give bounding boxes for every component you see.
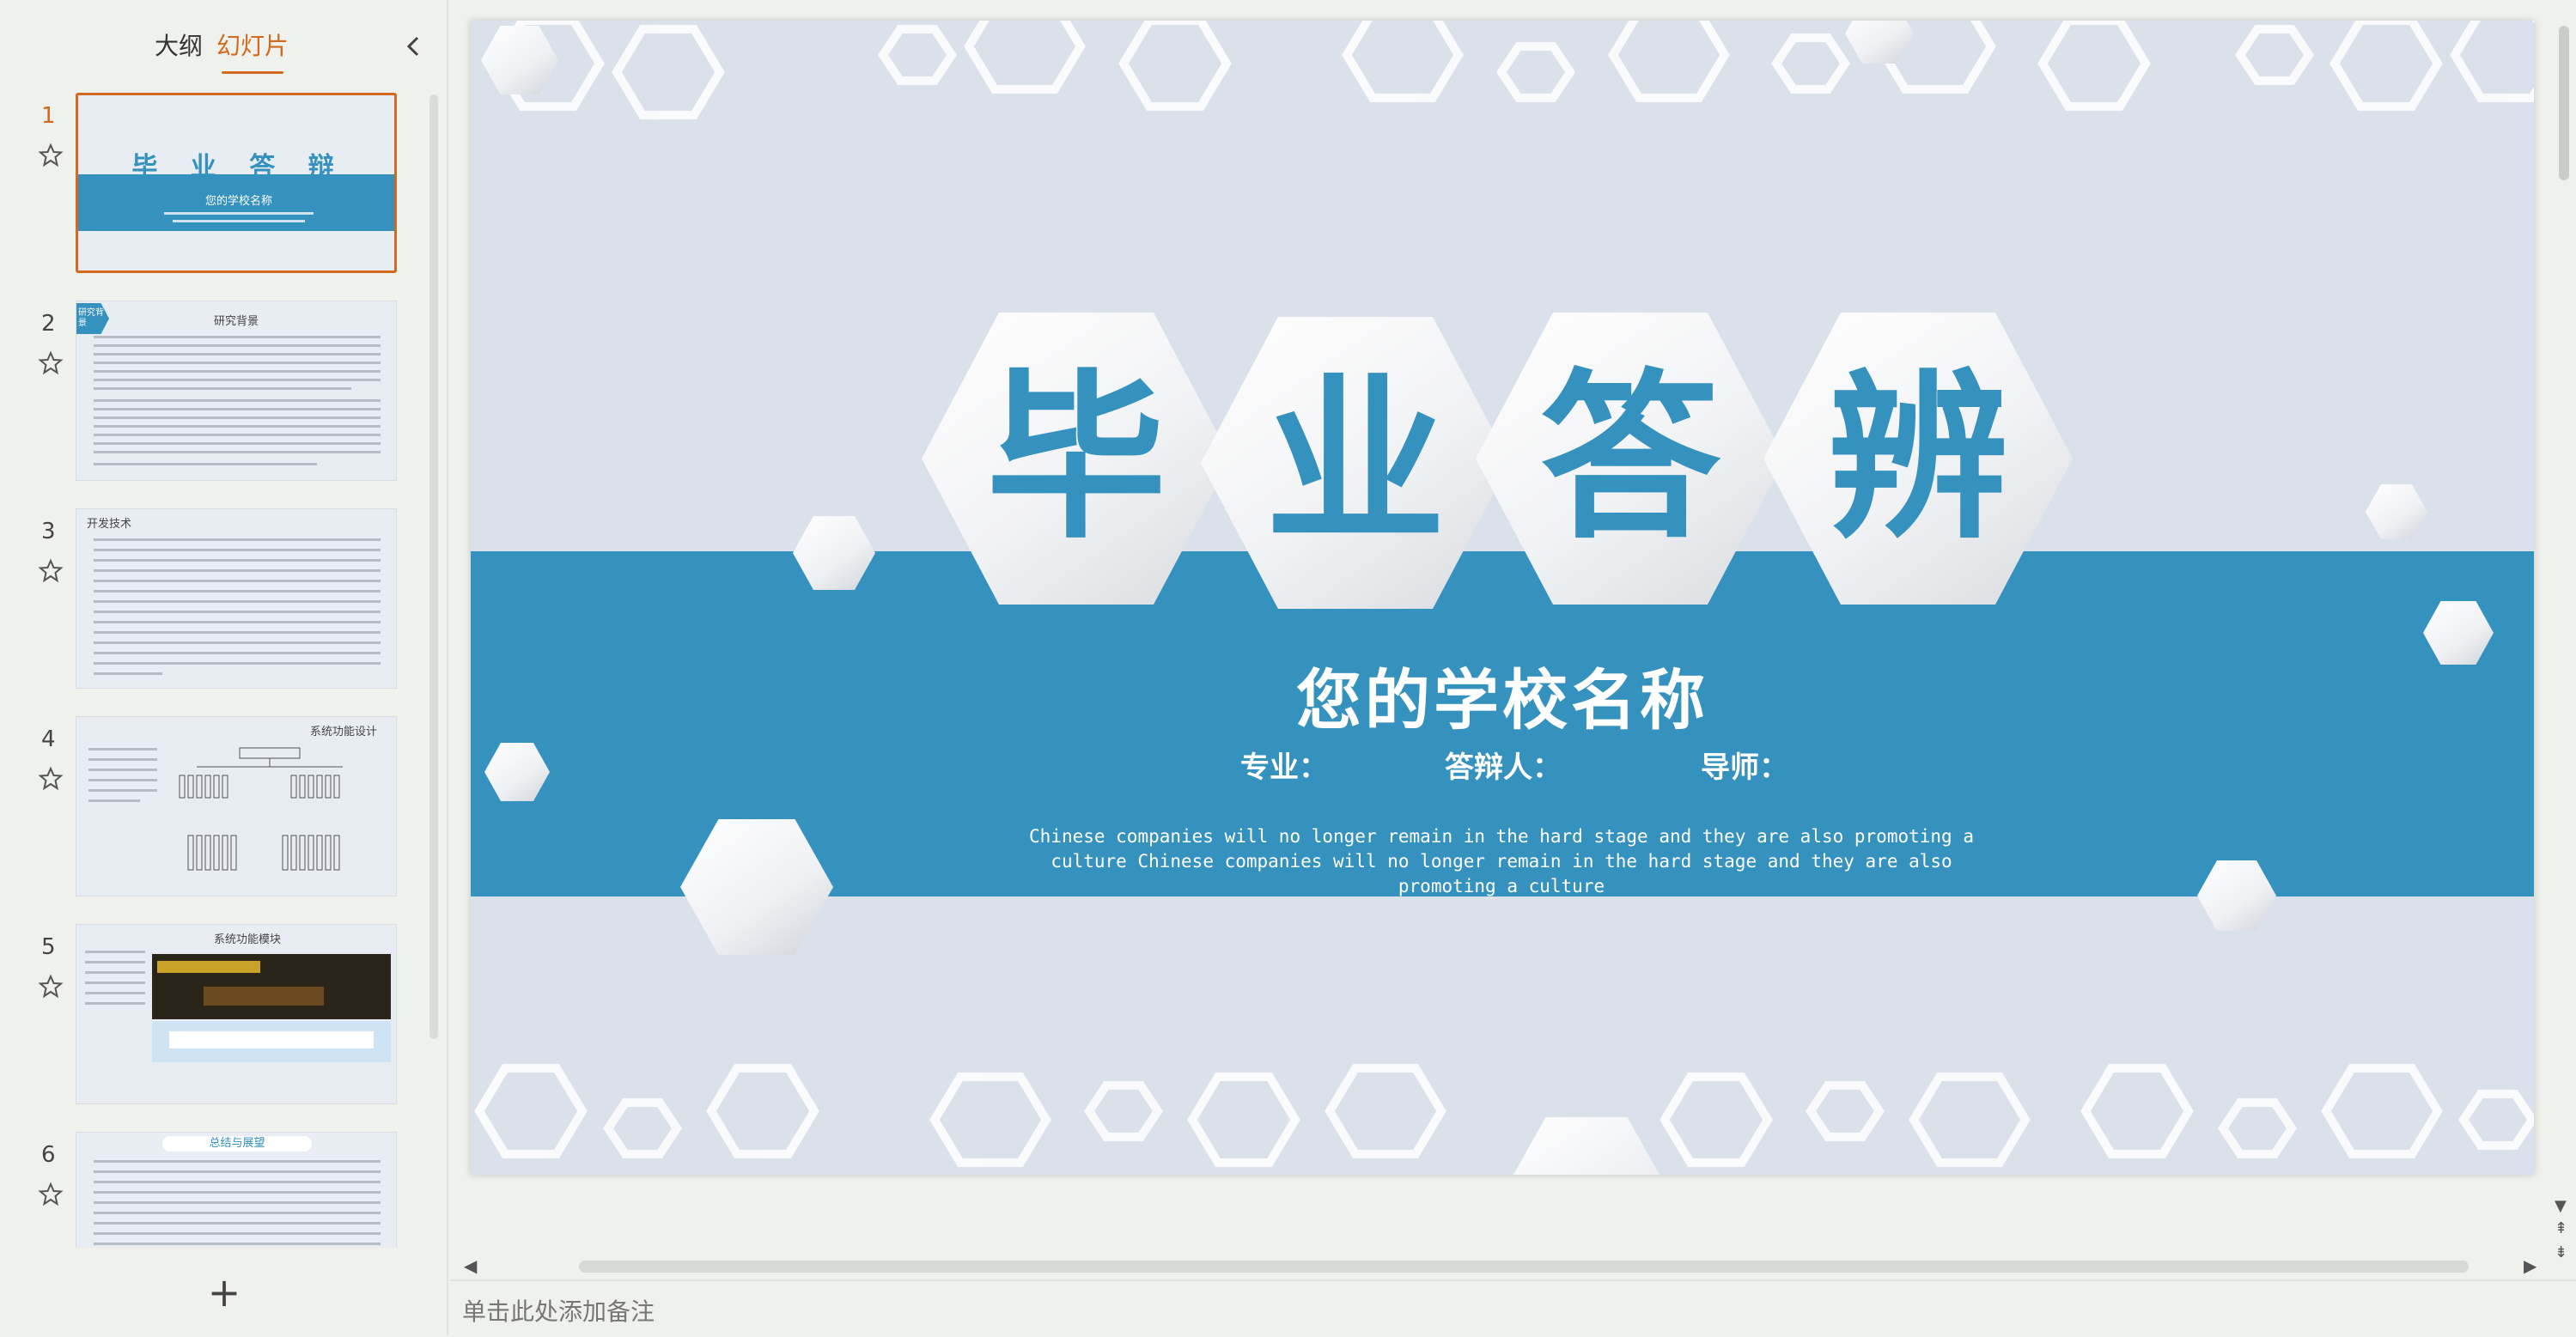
thumb-tag: 研究背景	[76, 303, 109, 334]
hexagon-pattern-bottom	[474, 1064, 2534, 1167]
slide-number: 2	[41, 311, 56, 337]
vertical-scrollbar[interactable]	[2559, 26, 2569, 180]
notes-placeholder[interactable]: 单击此处添加备注	[462, 1293, 655, 1328]
star-icon[interactable]	[38, 558, 64, 584]
slide-thumb-row-2[interactable]: 2 研究背景 研究背景	[0, 301, 429, 486]
title-char: 辨	[1827, 353, 2008, 563]
slide-number: 5	[41, 934, 56, 960]
star-icon[interactable]	[38, 766, 64, 792]
title-char: 业	[1264, 357, 1446, 568]
chevron-left-icon[interactable]	[397, 29, 431, 64]
slide-number: 4	[41, 726, 56, 752]
major-label[interactable]: 专业：	[1240, 744, 1328, 786]
thumb-screenshot-bottom	[152, 1021, 391, 1062]
slide-thumb-row-6[interactable]: 6 总结与展望	[0, 1132, 429, 1248]
thumb-title: 开发技术	[87, 518, 132, 531]
slide-canvas[interactable]: 毕 业 答 辨 您的学校名称 专业： 答辩人： 导师： Chinese comp…	[471, 21, 2534, 1175]
hexagon-pattern-top	[491, 21, 2534, 119]
next-slide-icon[interactable]: ⇟	[2555, 1243, 2567, 1261]
thumbnail-list[interactable]: 1 毕 业 答 辩 您的学校名称 2 研究背景 研究背景 3 开发技术 4 系统…	[0, 93, 429, 1248]
slide-thumbnail-3[interactable]: 开发技术	[76, 508, 397, 689]
star-icon[interactable]	[38, 350, 64, 376]
slide-number: 6	[41, 1142, 56, 1168]
horizontal-scrollbar[interactable]	[579, 1261, 2469, 1273]
thumb-line	[164, 212, 314, 215]
thumb-subtitle: 您的学校名称	[204, 195, 272, 208]
tab-outline[interactable]: 大纲	[155, 27, 203, 62]
slide-thumbnail-6[interactable]: 总结与展望	[76, 1132, 397, 1248]
defender-label[interactable]: 答辩人：	[1445, 744, 1562, 786]
star-icon[interactable]	[38, 974, 64, 1000]
slide-thumb-row-1[interactable]: 1 毕 业 答 辩 您的学校名称	[0, 93, 429, 278]
slide-thumbnail-2[interactable]: 研究背景 研究背景	[76, 301, 397, 481]
english-subtitle[interactable]: Chinese companies will no longer remain …	[1029, 824, 1974, 899]
panel-tabs: 大纲 幻灯片	[0, 24, 447, 76]
star-icon[interactable]	[38, 1182, 64, 1207]
title-char: 毕	[985, 353, 1166, 563]
title-char: 答	[1539, 353, 1720, 563]
thumb-line	[173, 220, 305, 222]
slide-thumbnail-4[interactable]: 系统功能设计	[76, 716, 397, 896]
thumb-title: 系统功能模块	[214, 933, 282, 946]
advisor-label[interactable]: 导师：	[1701, 744, 1788, 786]
slide-number: 1	[41, 103, 56, 129]
editor-area: 毕 业 答 辨 您的学校名称 专业： 答辩人： 导师： Chinese comp…	[450, 0, 2576, 1337]
notes-pane[interactable]: 单击此处添加备注	[450, 1279, 2576, 1337]
scroll-right-arrow-icon[interactable]: ▶	[2524, 1255, 2536, 1276]
scroll-left-arrow-icon[interactable]: ◀	[464, 1255, 477, 1276]
plus-icon[interactable]: +	[203, 1271, 246, 1314]
slide-number: 3	[41, 519, 56, 544]
school-name[interactable]: 您的学校名称	[471, 647, 2534, 742]
slide-thumbnail-1[interactable]: 毕 业 答 辩 您的学校名称	[76, 93, 397, 273]
slide-thumbnail-5[interactable]: 系统功能模块	[76, 924, 397, 1104]
thumb-title: 总结与展望	[162, 1136, 312, 1152]
decorative-hexagon	[2366, 484, 2427, 539]
panel-scrollbar[interactable]	[429, 94, 438, 1039]
thumb-title: 研究背景	[214, 315, 259, 328]
structure-diagram-thumb	[179, 747, 343, 871]
star-icon[interactable]	[38, 143, 64, 168]
slide-thumb-row-5[interactable]: 5 系统功能模块	[0, 924, 429, 1109]
prev-slide-icon[interactable]: ⇞	[2555, 1219, 2567, 1237]
thumb-title: 系统功能设计	[310, 726, 378, 738]
thumb-title: 毕 业 答 辩	[131, 152, 346, 182]
thumb-screenshot	[152, 954, 391, 1019]
slide-thumb-row-3[interactable]: 3 开发技术	[0, 508, 429, 694]
slide-panel: 大纲 幻灯片 1 毕 业 答 辩 您的学校名称 2 研究背景 研究背景 3 开发…	[0, 0, 448, 1335]
tab-slides[interactable]: 幻灯片	[216, 27, 289, 74]
slide-thumb-row-4[interactable]: 4 系统功能设计	[0, 716, 429, 902]
scroll-down-arrow-icon[interactable]: ▼	[2555, 1197, 2567, 1215]
